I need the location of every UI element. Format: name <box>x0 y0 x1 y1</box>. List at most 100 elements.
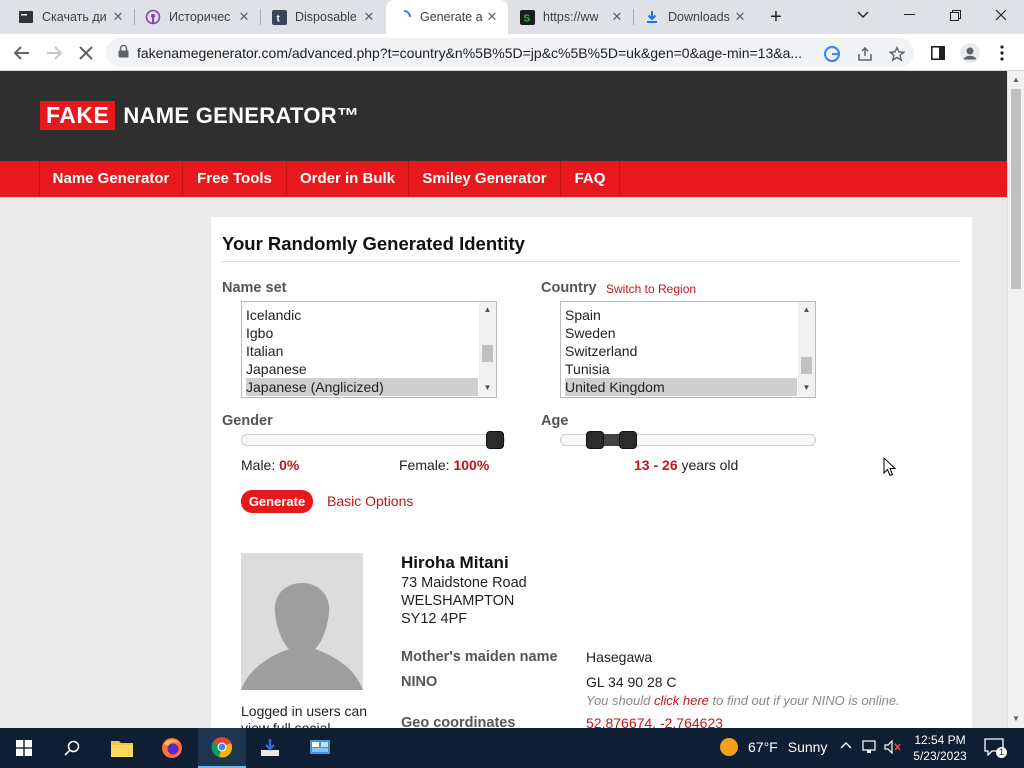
chrome-icon[interactable] <box>198 728 246 768</box>
list-item-partial[interactable] <box>246 301 478 302</box>
weather-widget[interactable]: 67°F Sunny <box>720 738 827 756</box>
generate-button[interactable]: Generate <box>241 490 313 513</box>
scroll-thumb[interactable] <box>801 357 812 374</box>
nino-note-post: to find out if your NINO is online. <box>712 693 900 708</box>
loading-spinner-icon <box>396 9 412 25</box>
installer-app-icon[interactable] <box>246 728 294 768</box>
tab-2[interactable]: t Disposable ✕ <box>261 0 385 34</box>
list-item[interactable]: Switzerland <box>565 342 797 360</box>
restore-icon[interactable] <box>932 0 978 30</box>
nav-name-generator[interactable]: Name Generator <box>39 161 183 197</box>
forward-arrow-icon[interactable] <box>40 39 68 67</box>
scroll-up-arrow-icon[interactable]: ▲ <box>1011 75 1021 85</box>
list-item[interactable]: Spain <box>565 306 797 324</box>
windows-start-icon[interactable] <box>0 728 48 768</box>
gender-slider[interactable] <box>241 431 505 449</box>
lock-icon[interactable] <box>118 44 129 61</box>
age-max-handle[interactable] <box>619 431 637 449</box>
avatar-caption: Logged in users can view full social <box>241 703 368 728</box>
url-text[interactable]: fakenamegenerator.com/advanced.php?t=cou… <box>137 45 837 61</box>
close-icon[interactable]: ✕ <box>236 9 252 25</box>
close-icon[interactable]: ✕ <box>609 9 625 25</box>
scroll-down-arrow-icon[interactable]: ▼ <box>483 383 492 392</box>
list-item-selected[interactable]: Japanese (Anglicized) <box>246 378 478 396</box>
nav-free-tools[interactable]: Free Tools <box>183 161 287 197</box>
address-bar[interactable]: fakenamegenerator.com/advanced.php?t=cou… <box>106 38 914 67</box>
scroll-down-arrow-icon[interactable]: ▼ <box>802 383 811 392</box>
country-label: Country <box>541 280 597 296</box>
age-range-slider[interactable] <box>560 431 816 449</box>
tumblr-icon: t <box>271 9 287 25</box>
list-item[interactable]: Sweden <box>565 324 797 342</box>
close-icon[interactable]: ✕ <box>484 9 500 25</box>
address-postcode: SY12 4PF <box>401 611 468 627</box>
close-icon[interactable]: ✕ <box>110 9 126 25</box>
tab-title: Downloads <box>668 10 730 24</box>
nino-click-here-link[interactable]: click here <box>654 693 709 708</box>
tab-title: Скачать ди <box>42 10 107 24</box>
scroll-up-arrow-icon[interactable]: ▲ <box>483 305 492 314</box>
avatar-silhouette <box>241 553 363 690</box>
basic-options-link[interactable]: Basic Options <box>327 493 413 509</box>
scroll-thumb[interactable] <box>1011 89 1021 289</box>
minimize-icon[interactable] <box>886 0 932 30</box>
system-clock[interactable]: 12:54 PM 5/23/2023 <box>908 732 972 764</box>
nav-smiley-generator[interactable]: Smiley Generator <box>409 161 561 197</box>
list-item[interactable]: Italian <box>246 342 478 360</box>
list-item[interactable]: Icelandic <box>246 306 478 324</box>
list-item[interactable]: Tunisia <box>565 360 797 378</box>
close-icon[interactable]: ✕ <box>732 9 748 25</box>
back-arrow-icon[interactable] <box>8 39 36 67</box>
name-set-listbox[interactable]: Icelandic Igbo Italian Japanese Japanese… <box>241 301 497 398</box>
tab-search-icon[interactable] <box>840 0 886 30</box>
scroll-thumb[interactable] <box>482 345 493 362</box>
tray-chevron-up-icon[interactable] <box>840 738 852 752</box>
network-icon[interactable] <box>862 740 878 757</box>
scroll-down-arrow-icon[interactable]: ▼ <box>1011 714 1021 724</box>
list-item[interactable]: Igbo <box>246 324 478 342</box>
search-icon[interactable] <box>48 728 96 768</box>
file-explorer-icon[interactable] <box>98 728 146 768</box>
divider <box>222 261 960 262</box>
control-panel-icon[interactable] <box>296 728 344 768</box>
tab-1[interactable]: Историчес ✕ <box>135 0 260 34</box>
profile-avatar-icon[interactable] <box>956 39 984 67</box>
gender-slider-handle[interactable] <box>486 431 504 449</box>
site-nav: Name Generator Free Tools Order in Bulk … <box>0 161 1007 197</box>
tab-3-active[interactable]: Generate a ✕ <box>386 0 508 34</box>
google-translate-icon[interactable] <box>822 44 842 64</box>
nav-faq[interactable]: FAQ <box>561 161 620 197</box>
site-header: FAKE NAME GENERATOR™ <box>0 71 1007 161</box>
page-scrollbar[interactable]: ▲ ▼ <box>1007 71 1024 728</box>
share-icon[interactable] <box>855 44 875 64</box>
list-item-partial[interactable] <box>565 301 797 302</box>
tab-5[interactable]: Downloads ✕ <box>634 0 756 34</box>
volume-muted-icon[interactable] <box>884 739 902 757</box>
site-logo[interactable]: FAKE NAME GENERATOR™ <box>40 101 359 130</box>
tab-0[interactable]: Скачать ди ✕ <box>8 0 134 34</box>
list-item[interactable]: Japanese <box>246 360 478 378</box>
male-value: 0% <box>279 457 300 473</box>
firefox-icon[interactable] <box>148 728 196 768</box>
listbox-scrollbar[interactable]: ▲ ▼ <box>479 302 496 397</box>
list-item-selected[interactable]: United Kingdom <box>565 378 797 396</box>
switch-to-region-link[interactable]: Switch to Region <box>606 282 696 296</box>
age-min-handle[interactable] <box>586 431 604 449</box>
geo-coordinates-label: Geo coordinates <box>401 715 516 728</box>
geo-coordinates-value[interactable]: 52.876674, -2.764623 <box>586 715 723 728</box>
notification-center-icon[interactable]: 1 <box>983 736 1007 758</box>
close-window-icon[interactable] <box>978 0 1024 30</box>
country-listbox[interactable]: Spain Sweden Switzerland Tunisia United … <box>560 301 816 398</box>
side-panel-icon[interactable] <box>924 39 952 67</box>
stop-loading-icon[interactable] <box>72 39 100 67</box>
nav-order-in-bulk[interactable]: Order in Bulk <box>287 161 409 197</box>
tab-4[interactable]: S https://ww ✕ <box>509 0 633 34</box>
new-tab-icon[interactable]: + <box>756 2 796 32</box>
listbox-scrollbar[interactable]: ▲ ▼ <box>798 302 815 397</box>
bookmark-star-icon[interactable] <box>887 44 907 64</box>
scroll-up-arrow-icon[interactable]: ▲ <box>802 305 811 314</box>
close-icon[interactable]: ✕ <box>361 9 377 25</box>
screen: Скачать ди ✕ Историчес ✕ t Disposable ✕ … <box>0 0 1024 768</box>
kebab-menu-icon[interactable] <box>988 39 1016 67</box>
mothers-maiden-name-value: Hasegawa <box>586 649 653 665</box>
